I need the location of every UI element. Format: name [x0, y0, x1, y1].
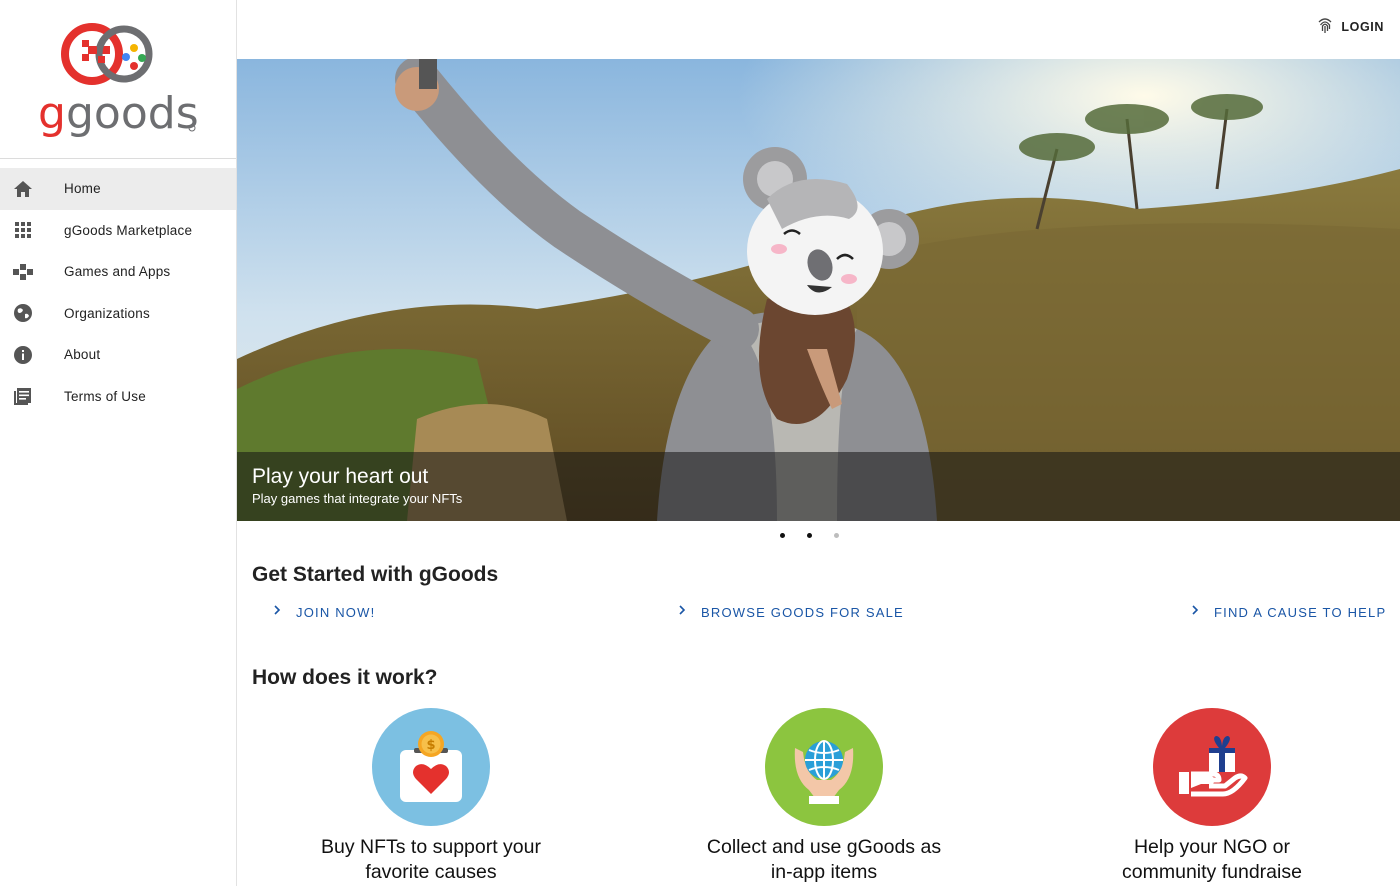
svg-text:g: g — [38, 88, 66, 138]
feature-buy-nfts: $ Buy NFTs to support your favorite caus… — [281, 708, 581, 885]
document-icon — [12, 385, 34, 407]
gamepad-icon — [12, 261, 34, 283]
sidebar-item-games[interactable]: Games and Apps — [0, 251, 236, 293]
how-it-works-heading: How does it work? — [252, 666, 438, 689]
grid-icon — [12, 219, 34, 241]
join-now-label: JOIN NOW! — [296, 604, 376, 620]
feature-help-ngo: Help your NGO or community fundraise — [1062, 708, 1362, 885]
svg-text:$: $ — [426, 738, 435, 753]
carousel-dot-1[interactable] — [780, 533, 785, 538]
login-label: LOGIN — [1341, 20, 1384, 34]
sidebar-item-marketplace[interactable]: gGoods Marketplace — [0, 210, 236, 252]
sidebar-divider — [0, 158, 236, 159]
svg-text:goods: goods — [66, 88, 199, 138]
sidebar-item-label: gGoods Marketplace — [64, 222, 193, 238]
home-icon — [12, 178, 34, 200]
globe-in-hands-icon — [765, 708, 883, 826]
hero-carousel[interactable]: Play your heart out Play games that inte… — [237, 59, 1400, 521]
sidebar-item-label: Organizations — [64, 305, 150, 321]
browse-goods-label: BROWSE GOODS FOR SALE — [701, 604, 904, 620]
sidebar-nav: Home gGoods Marketplace Games and Apps O… — [0, 168, 236, 417]
feature-label-line: in-app items — [770, 861, 878, 883]
feature-label-line: favorite causes — [365, 861, 497, 883]
feature-label-line: Help your NGO or — [1133, 836, 1291, 858]
chevron-right-icon — [677, 603, 687, 621]
gift-in-hand-icon — [1153, 708, 1271, 826]
find-cause-label: FIND A CAUSE TO HELP — [1214, 604, 1387, 620]
app-root: g goods Home gGoods Marketplace Games an… — [0, 0, 1400, 886]
join-now-link[interactable]: JOIN NOW! — [272, 603, 375, 621]
login-button[interactable]: LOGIN — [1317, 14, 1384, 40]
sidebar-item-label: Games and Apps — [64, 264, 171, 280]
browse-goods-link[interactable]: BROWSE GOODS FOR SALE — [677, 603, 904, 621]
sidebar-item-home[interactable]: Home — [0, 168, 236, 210]
sidebar-item-label: About — [64, 347, 101, 363]
chevron-right-icon — [272, 603, 282, 621]
find-cause-link[interactable]: FIND A CAUSE TO HELP — [1190, 603, 1386, 621]
hero-title: Play your heart out — [252, 465, 429, 488]
feature-label: Buy NFTs to support your favorite causes — [281, 835, 581, 885]
get-started-heading: Get Started with gGoods — [252, 563, 499, 586]
sidebar-item-terms[interactable]: Terms of Use — [0, 376, 236, 418]
info-icon — [12, 344, 34, 366]
sidebar: g goods Home gGoods Marketplace Games an… — [0, 0, 237, 886]
sidebar-item-organizations[interactable]: Organizations — [0, 293, 236, 335]
feature-label-line: Buy NFTs to support your — [320, 836, 541, 858]
feature-collect-goods: Collect and use gGoods as in-app items — [674, 708, 974, 885]
feature-label: Collect and use gGoods as in-app items — [674, 835, 974, 885]
carousel-indicators — [780, 533, 860, 545]
donation-box-icon: $ — [372, 708, 490, 826]
hero-subtitle: Play games that integrate your NFTs — [252, 491, 463, 506]
sidebar-item-about[interactable]: About — [0, 334, 236, 376]
hero-caption: Play your heart out Play games that inte… — [237, 452, 1400, 521]
sidebar-item-label: Terms of Use — [64, 388, 146, 404]
carousel-dot-2[interactable] — [807, 533, 812, 538]
feature-label-line: community fundraise — [1122, 861, 1302, 883]
ggoods-logo[interactable]: g goods — [36, 20, 200, 139]
carousel-dot-3[interactable] — [834, 533, 839, 538]
feature-label: Help your NGO or community fundraise — [1062, 835, 1362, 885]
globe-icon — [12, 302, 34, 324]
chevron-right-icon — [1190, 603, 1200, 621]
feature-label-line: Collect and use gGoods as — [706, 836, 942, 858]
sidebar-item-label: Home — [64, 181, 101, 197]
fingerprint-icon — [1317, 16, 1333, 39]
